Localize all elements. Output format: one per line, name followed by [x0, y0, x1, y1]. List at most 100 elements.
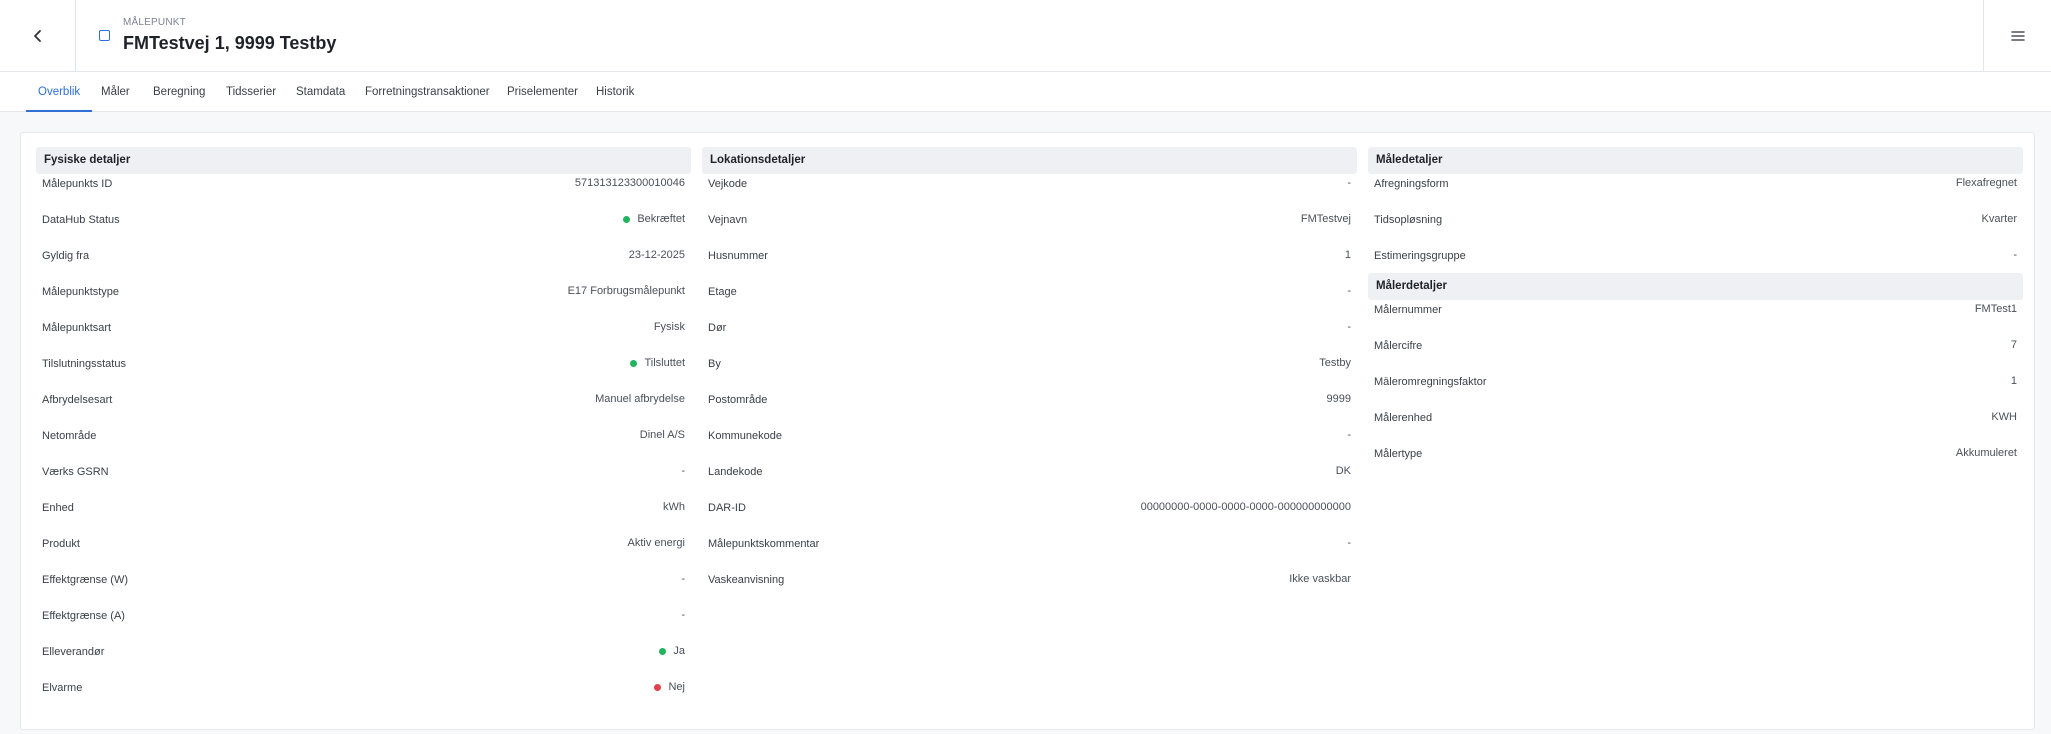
tab-beregning[interactable]: Beregning	[153, 72, 205, 112]
detail-value-text: 7	[2010, 339, 2017, 351]
detail-value: Testby	[1319, 357, 1351, 369]
select-checkbox[interactable]	[99, 30, 110, 41]
back-button[interactable]	[0, 0, 76, 72]
detail-row: Målerenhed KWH	[1368, 408, 2023, 444]
detail-label: Estimeringsgruppe	[1374, 250, 1466, 262]
detail-row: Målepunkts ID 571313123300010046	[36, 174, 691, 210]
detail-value-text: -	[681, 573, 685, 585]
page-title: FMTestvej 1, 9999 Testby	[123, 33, 337, 53]
detail-label: Målepunktskommentar	[708, 538, 820, 550]
detail-row: Målepunktsart Fysisk	[36, 318, 691, 354]
detail-label: DataHub Status	[42, 214, 120, 226]
detail-row: Tilslutningsstatus Tilsluttet	[36, 354, 691, 390]
detail-value-text: Dinel A/S	[639, 429, 685, 441]
page-eyebrow: MÅLEPUNKT	[123, 17, 186, 28]
detail-label: Målernummer	[1374, 304, 1442, 316]
detail-value-text: Ikke vaskbar	[1289, 573, 1351, 585]
detail-value: 9999	[1327, 393, 1351, 405]
detail-row: Produkt Aktiv energi	[36, 534, 691, 570]
detail-value-text: Tilsluttet	[644, 357, 685, 369]
detail-value: Akkumuleret	[1956, 447, 2017, 459]
detail-value-text: -	[1347, 537, 1351, 549]
detail-value: FMTestvej	[1301, 213, 1351, 225]
detail-value-text: FMTest1	[1974, 303, 2017, 315]
detail-value-text: -	[1347, 321, 1351, 333]
tab-maler[interactable]: Måler	[101, 72, 130, 112]
detail-value: Ikke vaskbar	[1289, 573, 1351, 585]
tab-bar: Overblik Måler Beregning Tidsserier Stam…	[0, 72, 2051, 112]
detail-label: Husnummer	[708, 250, 768, 262]
detail-label: Kommunekode	[708, 430, 782, 442]
detail-label: Målerenhed	[1374, 412, 1433, 424]
detail-label: Målepunktsart	[42, 322, 112, 334]
detail-label: Vejkode	[708, 178, 748, 190]
detail-value: 1	[1345, 249, 1351, 261]
detail-value-text: -	[681, 609, 685, 621]
detail-value: 7	[2011, 339, 2017, 351]
detail-value: Manuel afbrydelse	[595, 393, 685, 405]
detail-label: Effektgrænse (W)	[42, 574, 128, 586]
detail-value: -	[1347, 429, 1351, 441]
detail-row: Vaskeanvisning Ikke vaskbar	[702, 570, 1357, 606]
detail-label: Māleromregningsfaktor	[1374, 376, 1487, 388]
section-heading: Måledetaljer	[1368, 147, 2023, 174]
detail-label: Etage	[708, 286, 737, 298]
detail-row: Dør -	[702, 318, 1357, 354]
detail-row: Målepunktskommentar -	[702, 534, 1357, 570]
detail-label: Afbrydelsesart	[42, 394, 113, 406]
detail-value-text: -	[1347, 429, 1351, 441]
detail-label: Vejnavn	[708, 214, 748, 226]
menu-button[interactable]	[1983, 0, 2051, 72]
tab-forretningstransaktioner[interactable]: Forretningstransaktioner	[365, 72, 490, 112]
detail-value: E17 Forbrugsmålepunkt	[568, 285, 685, 297]
detail-label: Målepunktstype	[42, 286, 120, 298]
detail-row: Māleromregningsfaktor 1	[1368, 372, 2023, 408]
detail-value-text: KWH	[1991, 411, 2017, 423]
tab-tidsserier[interactable]: Tidsserier	[226, 72, 276, 112]
detail-value-text: 00000000-0000-0000-0000-000000000000	[1140, 501, 1351, 513]
physical-details-section: Fysiske detaljer Målepunkts ID 5713131233…	[36, 147, 691, 714]
detail-row: Landekode DK	[702, 462, 1357, 498]
detail-value-text: kWh	[663, 501, 685, 513]
detail-row: By Testby	[702, 354, 1357, 390]
status-dot-icon	[630, 359, 638, 367]
detail-value: Ja	[659, 645, 685, 657]
tab-stamdata[interactable]: Stamdata	[296, 72, 345, 112]
detail-value: 23-12-2025	[629, 249, 685, 261]
page-header: MÅLEPUNKT FMTestvej 1, 9999 Testby	[0, 0, 2051, 72]
detail-label: Tidsopløsning	[1374, 214, 1443, 226]
detail-label: Landekode	[708, 466, 763, 478]
overview-card: Fysiske detaljer Målepunkts ID 5713131233…	[20, 132, 2035, 730]
detail-row: Postområde 9999	[702, 390, 1357, 426]
detail-row: Elvarme Nej	[36, 678, 691, 714]
detail-value-text: Fysisk	[653, 321, 685, 333]
detail-value: -	[1347, 285, 1351, 297]
detail-label: By	[708, 358, 721, 370]
detail-value: Dinel A/S	[640, 429, 685, 441]
detail-row: DataHub Status Bekræftet	[36, 210, 691, 246]
detail-value: 1	[2011, 375, 2017, 387]
tab-overblik[interactable]: Overblik	[26, 72, 93, 112]
measure-details-section: Måledetaljer Afregningsform Flexafregnet T…	[1368, 147, 2023, 480]
tab-historik[interactable]: Historik	[596, 72, 634, 112]
status-dot-icon	[659, 647, 667, 655]
tab-priselementer[interactable]: Priselementer	[507, 72, 578, 112]
detail-label: Enhed	[42, 502, 74, 514]
detail-row: Målernummer FMTest1	[1368, 300, 2023, 336]
detail-value: kWh	[663, 501, 685, 513]
detail-row: Tidsopløsning Kvarter	[1368, 210, 2023, 246]
detail-row: Enhed kWh	[36, 498, 691, 534]
detail-row: Estimeringsgruppe -	[1368, 246, 2023, 282]
detail-label: Målercifre	[1374, 340, 1423, 352]
detail-value: -	[1347, 537, 1351, 549]
detail-value: Aktiv energi	[628, 537, 685, 549]
detail-label: Værks GSRN	[42, 466, 109, 478]
detail-label: Målertype	[1374, 448, 1423, 460]
detail-row: Effektgrænse (A) -	[36, 606, 691, 642]
detail-row: Vejkode -	[702, 174, 1357, 210]
detail-value: -	[1347, 321, 1351, 333]
detail-row: Effektgrænse (W) -	[36, 570, 691, 606]
detail-value: 571313123300010046	[575, 177, 685, 189]
status-dot-icon	[623, 215, 631, 223]
detail-value-text: FMTestvej	[1300, 213, 1351, 225]
